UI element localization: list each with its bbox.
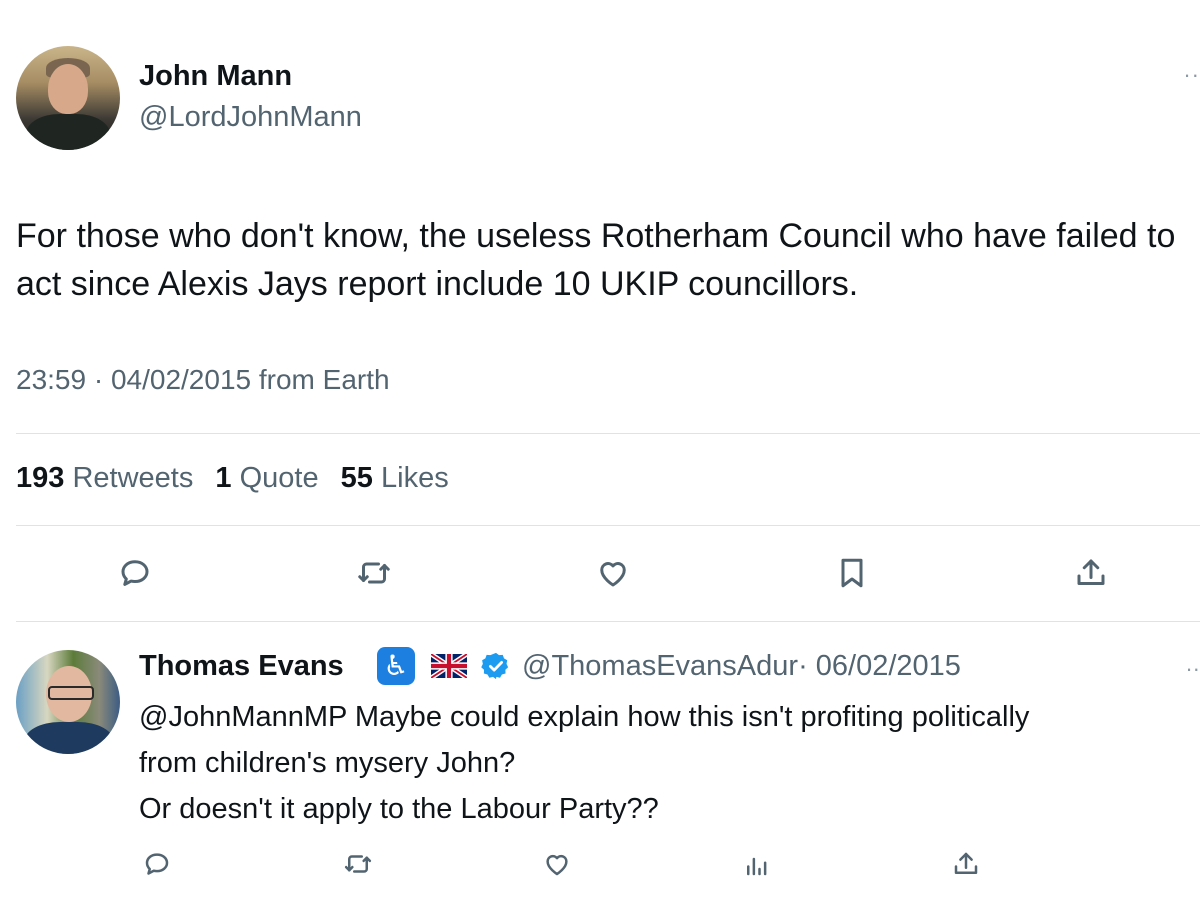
share-icon — [1077, 559, 1105, 585]
divider — [16, 433, 1200, 434]
likes-count: 55 — [340, 462, 373, 494]
share-button[interactable] — [1069, 551, 1113, 595]
like-button[interactable] — [591, 551, 635, 595]
tweet-stats: 193 Retweets 1 Quote 55 Likes — [16, 462, 463, 495]
reply-text: @JohnMannMP Maybe could explain how this… — [139, 694, 1199, 832]
reply-author-name[interactable]: Thomas Evans — [139, 650, 344, 683]
retweets-stat[interactable]: 193 Retweets — [16, 462, 193, 494]
reply-handle-date[interactable]: @ThomasEvansAdur· 06/02/2015 — [522, 650, 961, 683]
likes-label: Likes — [381, 462, 449, 494]
reply-icon — [145, 853, 169, 875]
quotes-count: 1 — [215, 462, 232, 494]
retweet-button[interactable] — [352, 551, 396, 595]
reply-text-line: @JohnMannMP Maybe could explain how this… — [139, 701, 1030, 733]
reply-text-line: Or doesn't it apply to the Labour Party?… — [139, 793, 659, 825]
bookmark-button[interactable] — [830, 551, 874, 595]
reply-more-options-icon[interactable]: ·· — [1185, 656, 1200, 682]
more-options-icon[interactable]: ·· — [1183, 62, 1200, 88]
reply-author-avatar[interactable] — [16, 650, 120, 754]
views-icon — [747, 857, 767, 876]
likes-stat[interactable]: 55 Likes — [341, 462, 449, 494]
tweet-text: For those who don't know, the useless Ro… — [16, 217, 1176, 303]
like-icon — [546, 854, 568, 876]
author-name[interactable]: John Mann — [139, 60, 292, 93]
retweet-icon — [358, 562, 390, 584]
author-handle[interactable]: @LordJohnMann — [139, 101, 362, 134]
share-icon — [954, 852, 978, 874]
quotes-label: Quote — [239, 462, 319, 494]
reply-icon — [121, 560, 149, 586]
retweet-icon — [344, 855, 372, 873]
like-icon — [600, 562, 626, 587]
bookmark-icon — [841, 558, 863, 588]
wheelchair-icon: ♿ — [377, 647, 415, 685]
avatar-face — [48, 64, 88, 114]
reply-text-line: from children's mysery John? — [139, 747, 516, 779]
divider — [16, 525, 1200, 526]
reply-views-button[interactable] — [737, 844, 777, 884]
reply-like-button[interactable] — [537, 844, 577, 884]
author-avatar[interactable] — [16, 46, 120, 150]
divider — [16, 621, 1200, 622]
reply-reply-button[interactable] — [137, 844, 177, 884]
uk-flag-icon — [431, 654, 467, 678]
verified-icon — [481, 652, 509, 680]
avatar-body — [24, 722, 114, 754]
retweets-label: Retweets — [72, 462, 194, 494]
reply-date[interactable]: · 06/02/2015 — [798, 650, 961, 682]
avatar-body — [26, 114, 110, 150]
avatar-glasses — [48, 686, 94, 700]
tweet-timestamp[interactable]: 23:59 · 04/02/2015 from Earth — [16, 364, 390, 396]
reply-author-handle[interactable]: @ThomasEvansAdur — [522, 650, 798, 682]
reply-retweet-button[interactable] — [338, 844, 378, 884]
reply-button[interactable] — [113, 551, 157, 595]
quotes-stat[interactable]: 1 Quote — [215, 462, 318, 494]
retweets-count: 193 — [16, 462, 65, 494]
reply-share-button[interactable] — [946, 844, 986, 884]
